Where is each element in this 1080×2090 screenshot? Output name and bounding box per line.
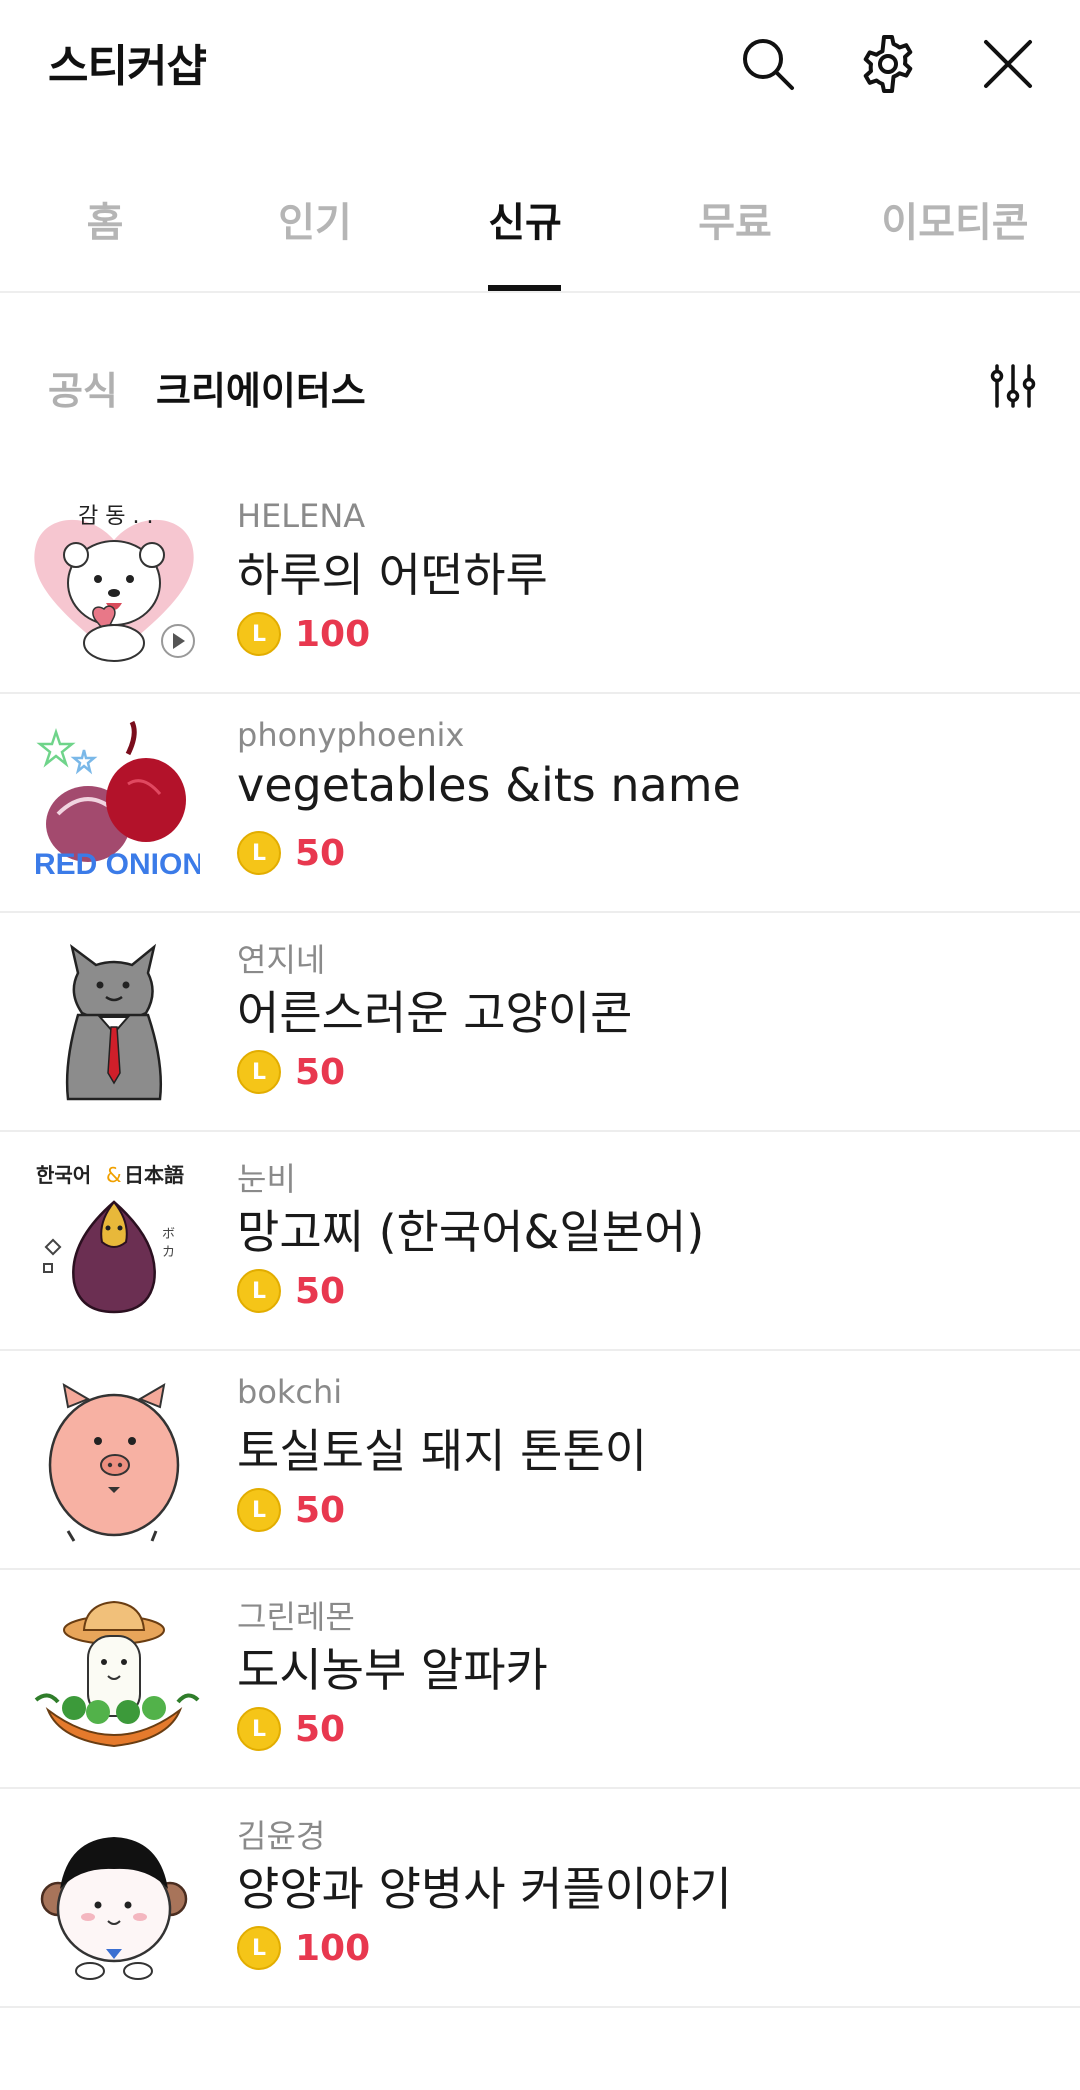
list-item[interactable]: 김윤경 양양과 양병사 커플이야기 L 100 bbox=[0, 1789, 1080, 2008]
list-item[interactable]: 연지네 어른스러운 고양이콘 L 50 bbox=[0, 913, 1080, 1132]
active-tab-indicator bbox=[488, 285, 561, 291]
sticker-name: 하루의 어떤하루 bbox=[237, 548, 548, 602]
header: 스티커샵 bbox=[0, 0, 1080, 130]
creator-name: 눈비 bbox=[237, 1160, 296, 1198]
coin-icon: L bbox=[237, 1269, 281, 1313]
price-row: L 50 bbox=[237, 1049, 345, 1095]
sub-tabs: 공식 크리에이터스 bbox=[0, 340, 1080, 430]
creator-name: phonyphoenix bbox=[237, 716, 465, 754]
list-item[interactable]: 감 동 . . HELENA 하루의 어떤하루 L 100 bbox=[0, 475, 1080, 694]
list-item[interactable]: RED ONION phonyphoenix vegetables &its n… bbox=[0, 694, 1080, 913]
sticker-thumbnail bbox=[28, 1371, 200, 1547]
price-row: L 50 bbox=[237, 1487, 345, 1533]
creator-name: bokchi bbox=[237, 1373, 343, 1411]
price-row: L 50 bbox=[237, 1706, 345, 1752]
price-value: 100 bbox=[295, 1927, 371, 1969]
svg-text:한국어: 한국어 bbox=[36, 1163, 91, 1187]
sticker-name: 어른스러운 고양이콘 bbox=[237, 986, 633, 1040]
sticker-name: 양양과 양병사 커플이야기 bbox=[237, 1862, 732, 1916]
tab-popular[interactable]: 인기 bbox=[260, 190, 370, 248]
svg-text:日本語: 日本語 bbox=[124, 1163, 184, 1187]
subtab-official[interactable]: 공식 bbox=[48, 360, 118, 415]
price-row: L 100 bbox=[237, 611, 370, 657]
price-value: 50 bbox=[295, 1708, 346, 1750]
svg-text:ボ: ボ bbox=[162, 1227, 175, 1242]
tab-free[interactable]: 무료 bbox=[680, 190, 790, 248]
sticker-thumbnail: 한국어 & 日本語 ボ カ bbox=[28, 1152, 200, 1328]
tab-home[interactable]: 홈 bbox=[60, 190, 150, 248]
sticker-name: vegetables &its name bbox=[237, 758, 741, 812]
svg-text:&: & bbox=[106, 1163, 122, 1187]
price-row: L 100 bbox=[237, 1925, 370, 1971]
price-value: 50 bbox=[295, 1270, 346, 1312]
svg-text:감 동 . .: 감 동 . . bbox=[78, 504, 153, 529]
coin-icon: L bbox=[237, 612, 281, 656]
creator-name: 그린레몬 bbox=[237, 1598, 355, 1636]
list-item[interactable]: 그린레몬 도시농부 알파카 L 50 bbox=[0, 1570, 1080, 1789]
creator-name: HELENA bbox=[237, 497, 366, 535]
coin-icon: L bbox=[237, 831, 281, 875]
price-value: 50 bbox=[295, 1489, 346, 1531]
price-value: 50 bbox=[295, 832, 346, 874]
main-tabs: 홈 인기 신규 무료 이모티콘 bbox=[0, 150, 1080, 293]
list-item[interactable]: 한국어 & 日本語 ボ カ 눈비 망고찌 (한국어&일본어) L 50 bbox=[0, 1132, 1080, 1351]
price-value: 100 bbox=[295, 613, 371, 655]
creator-name: 연지네 bbox=[237, 941, 326, 979]
sticker-thumbnail bbox=[28, 1809, 200, 1985]
price-row: L 50 bbox=[237, 1268, 345, 1314]
sticker-name: 도시농부 알파카 bbox=[237, 1643, 548, 1697]
coin-icon: L bbox=[237, 1926, 281, 1970]
sticker-name: 토실토실 돼지 톤톤이 bbox=[237, 1424, 648, 1478]
page-title: 스티커샵 bbox=[48, 41, 207, 92]
list-item[interactable]: bokchi 토실토실 돼지 톤톤이 L 50 bbox=[0, 1351, 1080, 1570]
coin-icon: L bbox=[237, 1050, 281, 1094]
tab-new[interactable]: 신규 bbox=[470, 190, 580, 248]
coin-icon: L bbox=[237, 1488, 281, 1532]
sticker-thumbnail: 감 동 . . bbox=[28, 495, 200, 671]
gear-icon[interactable] bbox=[852, 28, 924, 100]
svg-text:カ: カ bbox=[162, 1245, 175, 1260]
sticker-list: 감 동 . . HELENA 하루의 어떤하루 L 100 RED ONION … bbox=[0, 475, 1080, 2008]
close-icon[interactable] bbox=[972, 28, 1044, 100]
creator-name: 김윤경 bbox=[237, 1817, 326, 1855]
tab-emoticon[interactable]: 이모티콘 bbox=[870, 190, 1040, 248]
search-icon[interactable] bbox=[732, 28, 804, 100]
sticker-name: 망고찌 (한국어&일본어) bbox=[237, 1205, 705, 1259]
price-row: L 50 bbox=[237, 830, 345, 876]
svg-text:RED ONION: RED ONION bbox=[34, 848, 200, 881]
subtab-creators[interactable]: 크리에이터스 bbox=[156, 360, 366, 415]
filter-sliders-icon[interactable] bbox=[985, 358, 1041, 414]
sticker-thumbnail bbox=[28, 1590, 200, 1766]
coin-icon: L bbox=[237, 1707, 281, 1751]
sticker-thumbnail bbox=[28, 933, 200, 1109]
price-value: 50 bbox=[295, 1051, 346, 1093]
sticker-thumbnail: RED ONION bbox=[28, 714, 204, 890]
